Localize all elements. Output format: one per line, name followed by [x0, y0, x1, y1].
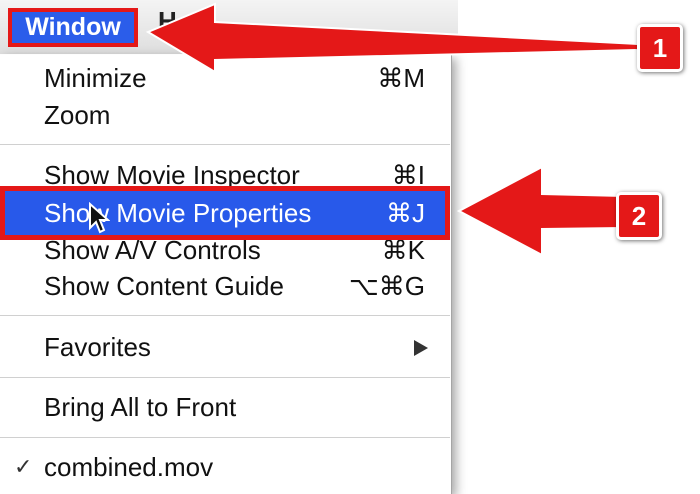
- callout-badge-2: 2: [616, 192, 662, 240]
- annotation-arrows: [145, 2, 639, 257]
- callout-arrow-2: [456, 165, 625, 257]
- callout-arrow-1: [145, 2, 639, 74]
- callout-badge-1: 1: [637, 24, 683, 72]
- screenshot-stage: H Window Minimize ⌘M Zoom Show Movie Ins…: [0, 0, 700, 494]
